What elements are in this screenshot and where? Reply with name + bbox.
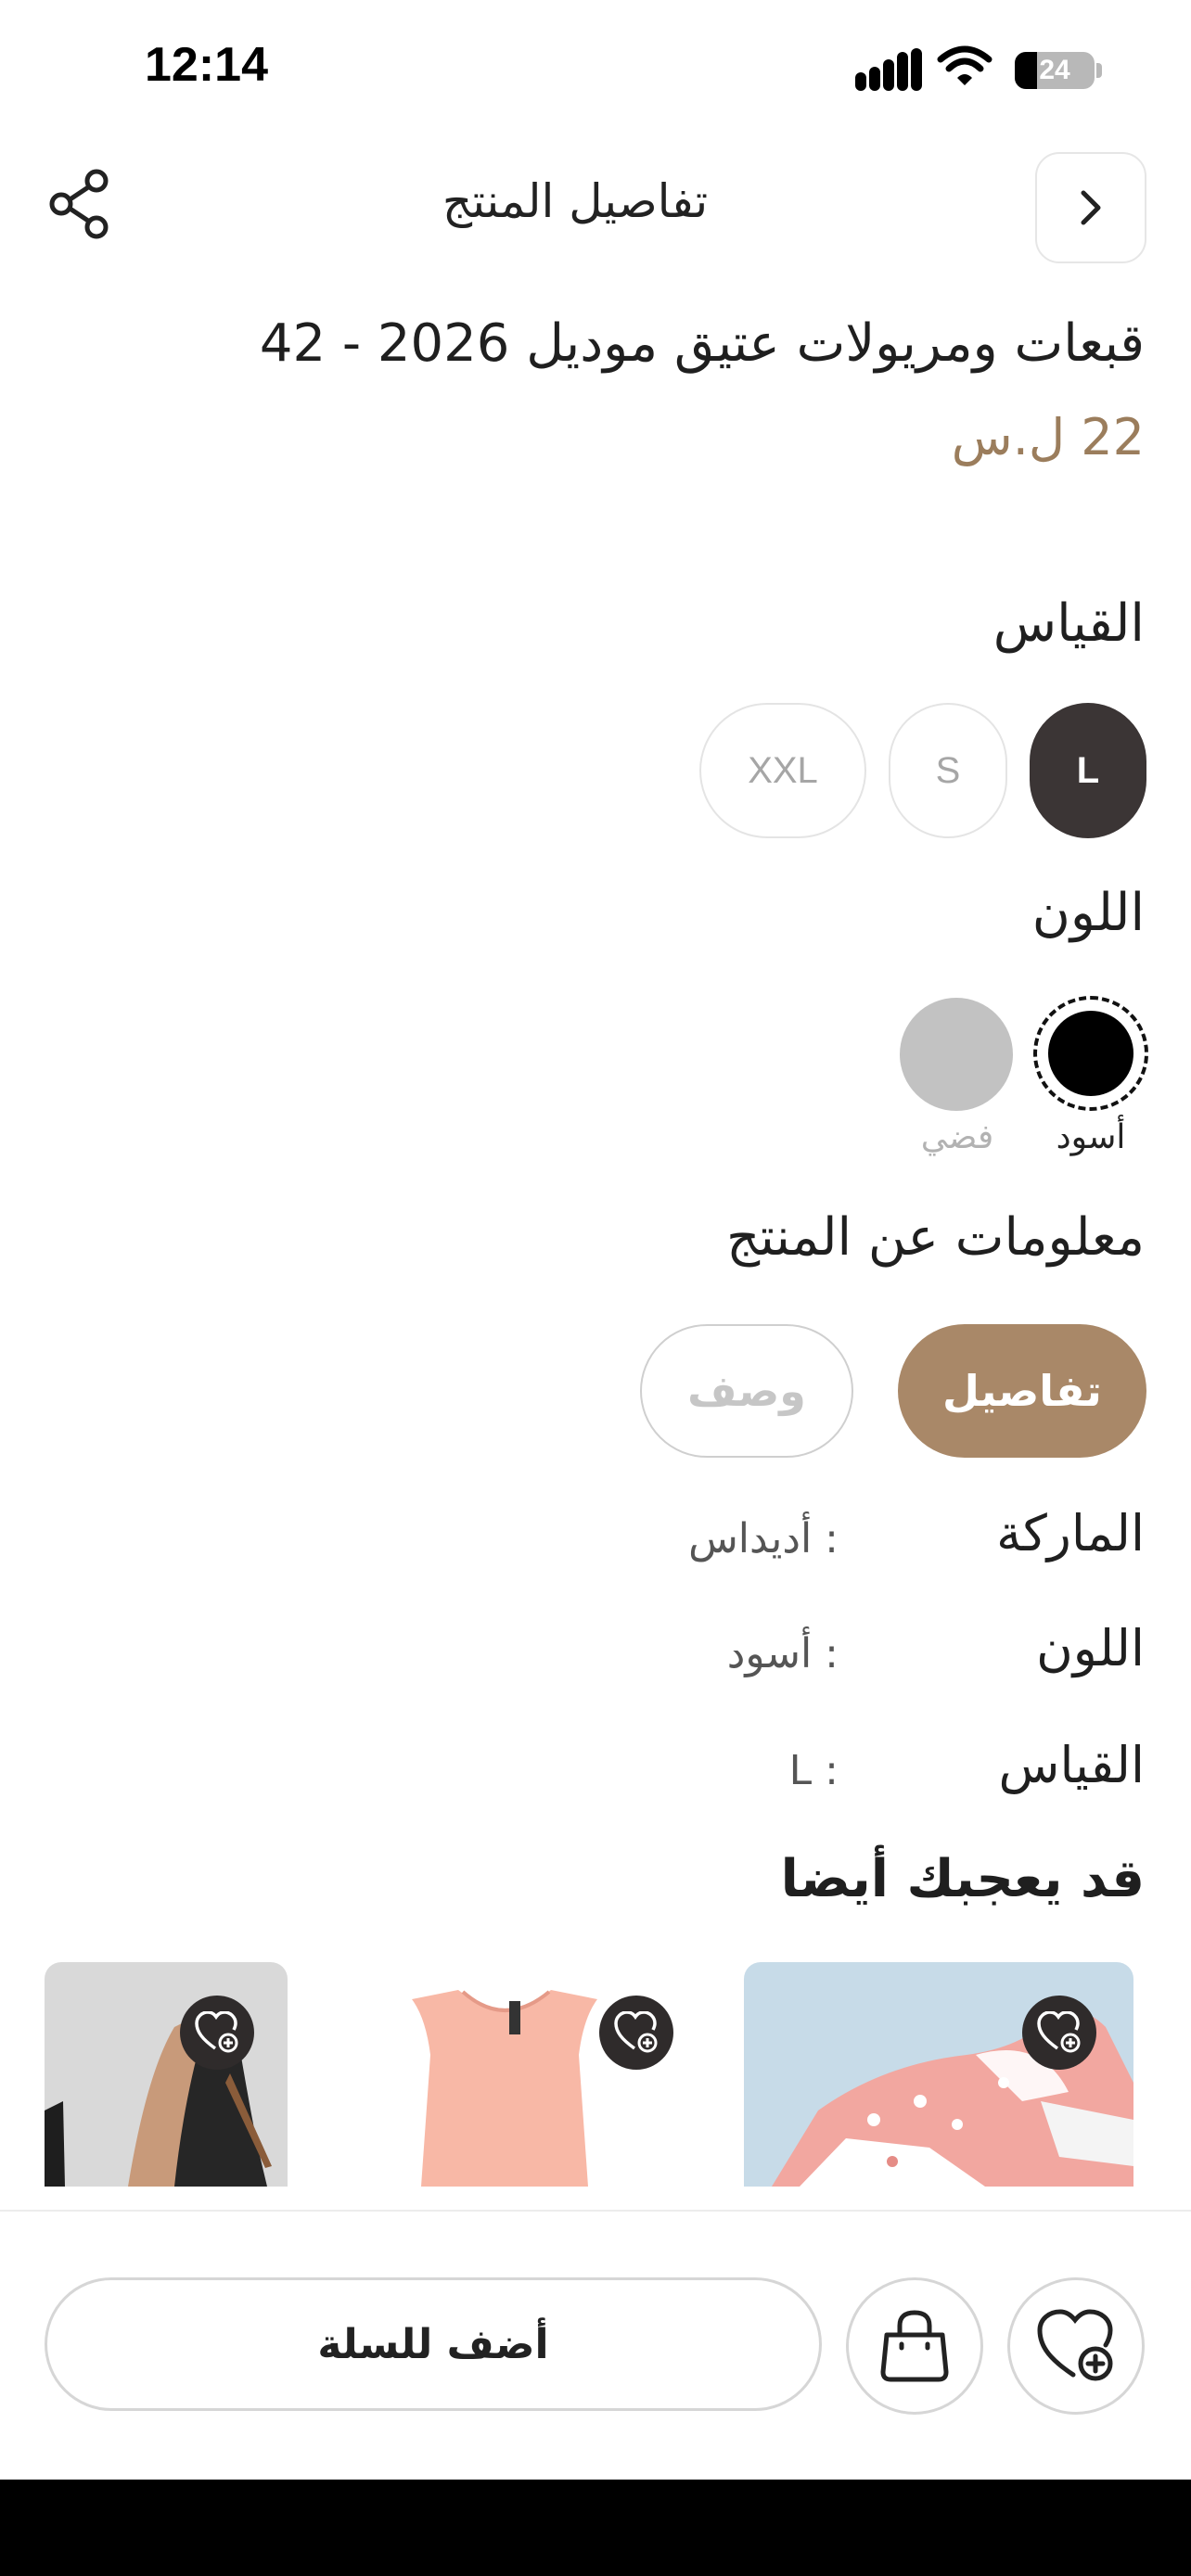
add-to-cart-button[interactable]: أضف للسلة <box>45 2277 822 2411</box>
product-info-title: معلومات عن المنتج <box>726 1207 1145 1268</box>
battery-level: 24 <box>1039 55 1070 85</box>
tab-description[interactable]: وصف <box>640 1324 853 1458</box>
product-image-sneakers <box>772 2010 1133 2187</box>
home-indicator-area <box>0 2480 1191 2576</box>
info-key-brand: الماركة <box>996 1504 1145 1562</box>
product-image-heels <box>45 2018 272 2187</box>
info-value-brand: : أديداس <box>688 1515 839 1562</box>
size-option-l[interactable]: L <box>1030 703 1146 838</box>
cellular-signal-icon <box>855 48 922 91</box>
product-card-sneakers[interactable] <box>744 1962 1133 2187</box>
product-card-top[interactable] <box>319 1962 712 2187</box>
recommendations-title: قد يعجبك أيضا <box>780 1849 1145 1909</box>
info-value-size: : L <box>788 1747 839 1794</box>
heart-plus-icon <box>1037 2011 1081 2053</box>
color-swatch-black-fill <box>1048 1011 1133 1096</box>
favorite-button[interactable] <box>599 1996 673 2070</box>
product-card-heels[interactable] <box>45 1962 288 2187</box>
color-swatch-black[interactable] <box>1033 996 1148 1111</box>
color-name-black: أسود <box>1056 1118 1126 1156</box>
heart-plus-icon <box>1037 2309 1113 2381</box>
favorite-button[interactable] <box>180 1996 254 2070</box>
info-key-color: اللون <box>1036 1619 1145 1677</box>
bottom-bar-divider <box>0 2210 1191 2212</box>
size-option-xxl[interactable]: XXL <box>699 703 866 838</box>
back-chevron-icon <box>1081 190 1101 225</box>
product-price: 22 ل.س <box>951 408 1145 466</box>
size-option-s[interactable]: S <box>889 703 1007 838</box>
info-key-size: القياس <box>998 1736 1145 1794</box>
heart-plus-icon <box>195 2011 238 2053</box>
wifi-icon <box>937 45 992 85</box>
share-icon <box>49 169 109 239</box>
back-button[interactable] <box>1035 152 1146 263</box>
status-time: 12:14 <box>145 38 268 92</box>
cart-button[interactable] <box>846 2277 983 2415</box>
page-title: تفاصيل المنتج <box>442 174 709 228</box>
favorite-button[interactable] <box>1022 1996 1096 2070</box>
share-button[interactable] <box>43 167 117 241</box>
info-value-color: : أسود <box>726 1630 839 1677</box>
color-label: اللون <box>1031 883 1145 943</box>
battery-icon: 24 <box>1015 52 1095 89</box>
color-swatch-silver[interactable] <box>900 998 1013 1111</box>
size-label: القياس <box>992 593 1145 654</box>
wishlist-button[interactable] <box>1007 2277 1145 2415</box>
heart-plus-icon <box>614 2011 658 2053</box>
battery-tip <box>1096 63 1102 78</box>
color-name-silver: فضي <box>920 1118 994 1156</box>
product-image-top <box>412 1990 597 2187</box>
product-title: قبعات ومريولات عتيق موديل 2026 - 42 <box>259 313 1145 374</box>
shopping-bag-icon <box>880 2310 949 2382</box>
tab-details[interactable]: تفاصيل <box>898 1324 1146 1458</box>
